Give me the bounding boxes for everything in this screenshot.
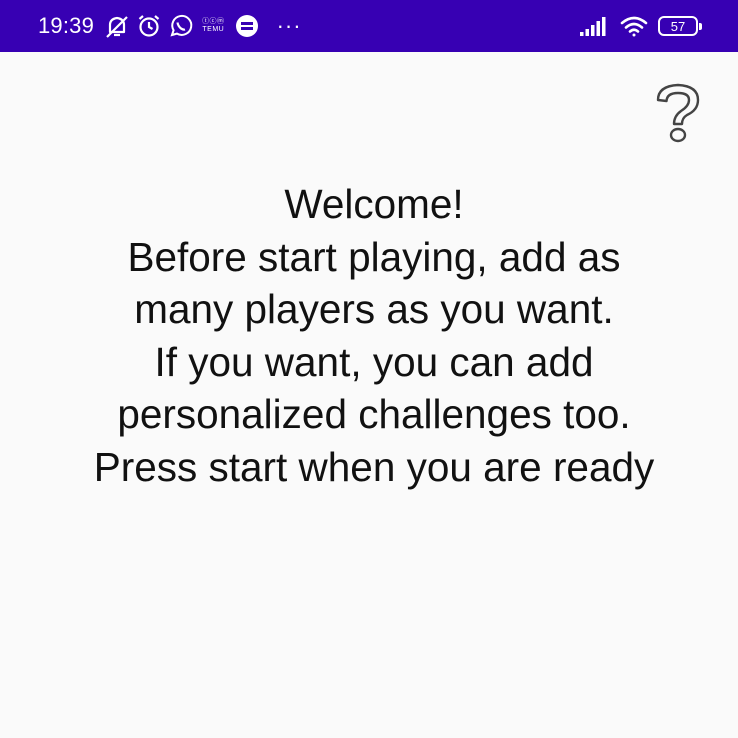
question-mark-icon xyxy=(656,83,700,143)
welcome-message: Welcome! Before start playing, add as ma… xyxy=(0,178,738,493)
help-button[interactable] xyxy=(648,80,708,146)
welcome-line: Press start when you are ready xyxy=(93,443,655,490)
temu-icon-top: ⓣⓒⓜ xyxy=(202,18,225,25)
temu-icon-label: TEMU xyxy=(202,26,225,33)
app-icon xyxy=(235,14,259,38)
more-icon: ··· xyxy=(276,13,302,38)
status-right-group: 57 xyxy=(574,0,702,52)
signal-icon xyxy=(580,15,610,37)
welcome-line: If you want, you can add xyxy=(154,338,594,385)
welcome-line: Before start playing, add as xyxy=(127,233,621,280)
whatsapp-icon xyxy=(168,13,194,39)
wifi-icon xyxy=(620,15,648,37)
notifications-off-icon xyxy=(104,13,130,39)
status-left-group: 19:39 ⓣⓒⓜ TEMU ··· xyxy=(38,0,302,52)
temu-icon: ⓣⓒⓜ TEMU xyxy=(202,18,225,34)
welcome-line: Welcome! xyxy=(284,181,464,227)
alarm-icon xyxy=(136,13,162,39)
battery-icon: 57 xyxy=(658,16,702,36)
status-time: 19:39 xyxy=(38,13,95,38)
battery-level: 57 xyxy=(670,18,686,34)
status-bar: 19:39 ⓣⓒⓜ TEMU ··· 57 xyxy=(0,0,738,52)
welcome-line: personalized challenges too. xyxy=(117,391,631,437)
welcome-line: many players as you want. xyxy=(134,286,614,332)
